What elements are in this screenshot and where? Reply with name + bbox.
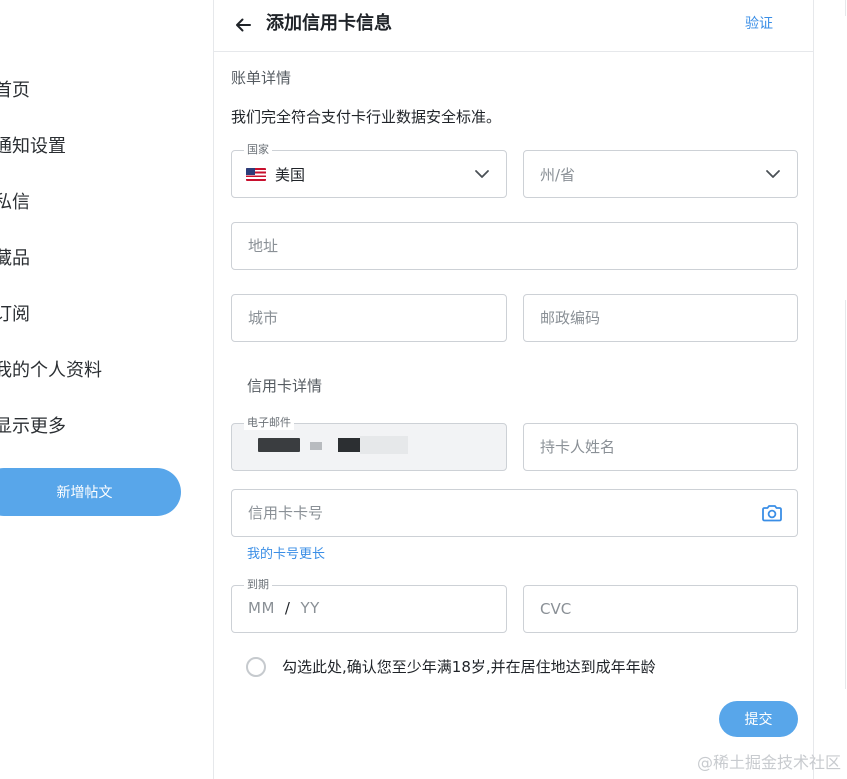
card-number-field[interactable] <box>232 490 797 536</box>
redacted-block <box>258 438 300 452</box>
divider <box>845 300 846 689</box>
sidebar: 首页 通知设置 私信 藏品 订阅 我的个人资料 显示更多 新增帖文 <box>0 0 213 779</box>
cardholder-name-field[interactable] <box>524 424 797 470</box>
state-placeholder: 州/省 <box>540 166 576 184</box>
zip-field-wrapper <box>523 294 798 342</box>
age-confirm-label: 勾选此处,确认您至少年满18岁,并在居住地达到成年年龄 <box>282 658 656 676</box>
camera-icon[interactable] <box>761 503 783 523</box>
expiry-label: 到期 <box>244 578 272 592</box>
chevron-down-icon <box>475 170 489 178</box>
us-flag-icon <box>246 168 266 181</box>
country-label: 国家 <box>244 143 272 157</box>
expiry-placeholder: MM / YY <box>248 599 320 617</box>
expiry-slash: / <box>284 599 291 617</box>
sidebar-item-subscriptions[interactable]: 订阅 <box>0 301 30 329</box>
cvc-field-wrapper <box>523 585 798 633</box>
watermark: @稀土掘金技术社区 <box>696 753 841 772</box>
address-field-wrapper <box>231 222 798 270</box>
chevron-down-icon <box>766 170 780 178</box>
divider <box>845 0 846 16</box>
arrow-left-icon <box>236 18 251 32</box>
panel-header: 添加信用卡信息 验证 <box>214 0 813 52</box>
longer-card-number-link[interactable]: 我的卡号更长 <box>247 543 325 562</box>
state-select[interactable]: 州/省 <box>523 150 798 198</box>
page-title: 添加信用卡信息 <box>266 13 392 34</box>
card-section-title: 信用卡详情 <box>247 377 323 395</box>
sidebar-item-show-more[interactable]: 显示更多 <box>0 413 66 441</box>
country-name: 美国 <box>275 166 306 184</box>
cardholder-field-wrapper <box>523 423 798 471</box>
redacted-block <box>310 442 322 450</box>
redacted-block <box>360 436 408 454</box>
billing-section-title: 账单详情 <box>231 69 292 87</box>
verify-link[interactable]: 验证 <box>745 14 773 34</box>
add-card-panel: 添加信用卡信息 验证 账单详情 我们完全符合支付卡行业数据安全标准。 国家 美国… <box>213 0 814 779</box>
zip-field[interactable] <box>524 295 797 341</box>
email-field: 电子邮件 <box>231 416 507 471</box>
pci-compliance-note: 我们完全符合支付卡行业数据安全标准。 <box>231 108 502 126</box>
sidebar-item-home[interactable]: 首页 <box>0 77 30 105</box>
email-label: 电子邮件 <box>244 416 294 430</box>
expiry-year-placeholder: YY <box>300 599 320 617</box>
sidebar-item-my-profile[interactable]: 我的个人资料 <box>0 357 102 385</box>
sidebar-item-collections[interactable]: 藏品 <box>0 245 30 273</box>
back-button[interactable] <box>230 12 256 38</box>
city-field-wrapper <box>231 294 507 342</box>
expiry-month-placeholder: MM <box>248 599 275 617</box>
sidebar-item-messages[interactable]: 私信 <box>0 189 30 217</box>
country-select[interactable]: 国家 美国 <box>231 143 507 198</box>
redacted-block <box>338 438 360 452</box>
age-confirm-checkbox[interactable] <box>246 657 266 677</box>
submit-button[interactable]: 提交 <box>719 701 798 737</box>
address-field[interactable] <box>232 223 797 269</box>
city-field[interactable] <box>232 295 506 341</box>
sidebar-item-notification-settings[interactable]: 通知设置 <box>0 133 66 161</box>
new-post-button[interactable]: 新增帖文 <box>0 468 181 516</box>
country-value: 美国 <box>246 164 305 185</box>
card-number-field-wrapper <box>231 489 798 537</box>
expiry-field[interactable]: 到期 MM / YY <box>231 578 507 633</box>
cvc-field[interactable] <box>524 586 797 632</box>
